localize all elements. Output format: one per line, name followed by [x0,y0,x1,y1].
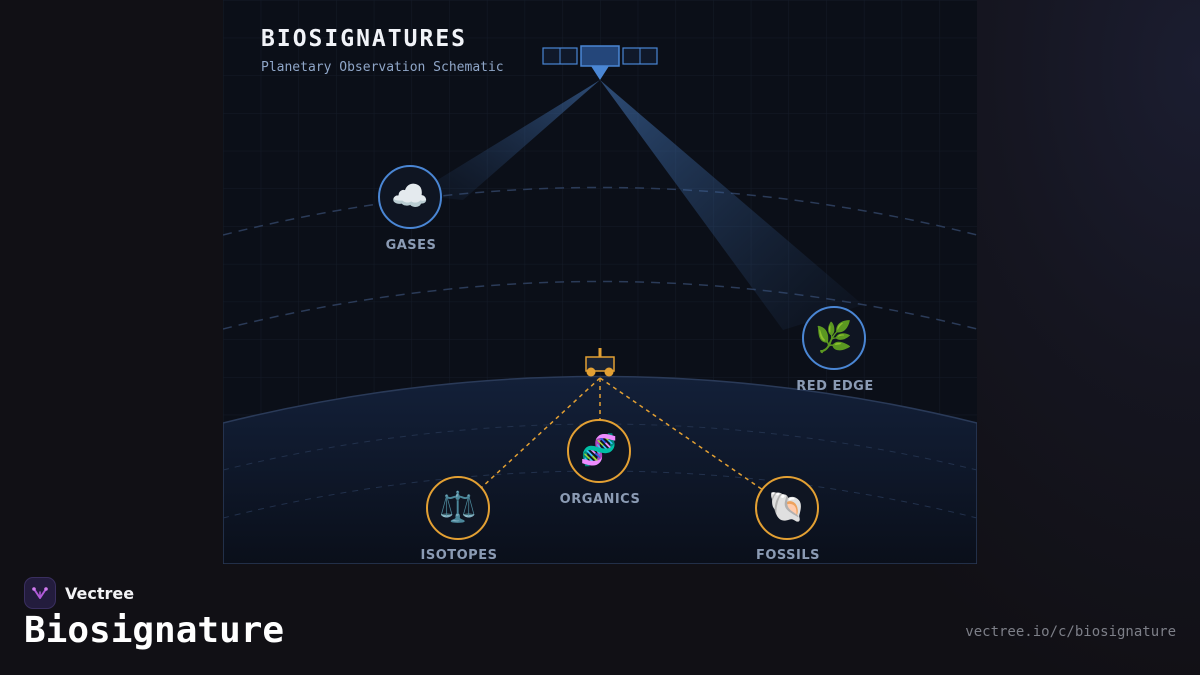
scales-icon: ⚖️ [439,490,477,525]
brand[interactable]: Vectree [24,577,134,609]
organics-label: ORGANICS [559,492,641,507]
red-edge-label: RED EDGE [796,379,874,394]
organics-node[interactable]: 🧬 [567,419,631,483]
isotopes-label: ISOTOPES [420,548,498,563]
diagram-title: BIOSIGNATURES [261,26,468,52]
brand-name: Vectree [65,583,135,603]
fossils-label: FOSSILS [755,548,821,563]
isotopes-node[interactable]: ⚖️ [426,476,490,540]
gases-node[interactable]: ☁️ [378,165,442,229]
gases-label: GASES [385,238,437,253]
diagram-panel: BIOSIGNATURES Planetary Observation Sche… [223,0,977,564]
dna-icon: 🧬 [580,433,618,468]
diagram-subtitle: Planetary Observation Schematic [261,60,504,75]
leaf-icon: 🌿 [815,320,853,355]
shell-icon: 🐚 [768,490,806,525]
page-url[interactable]: vectree.io/c/biosignature [965,624,1176,640]
fossils-node[interactable]: 🐚 [755,476,819,540]
page-title: Biosignature [24,610,285,651]
vectree-logo-icon [24,577,56,609]
cloud-icon: ☁️ [391,179,429,214]
red-edge-node[interactable]: 🌿 [802,306,866,370]
